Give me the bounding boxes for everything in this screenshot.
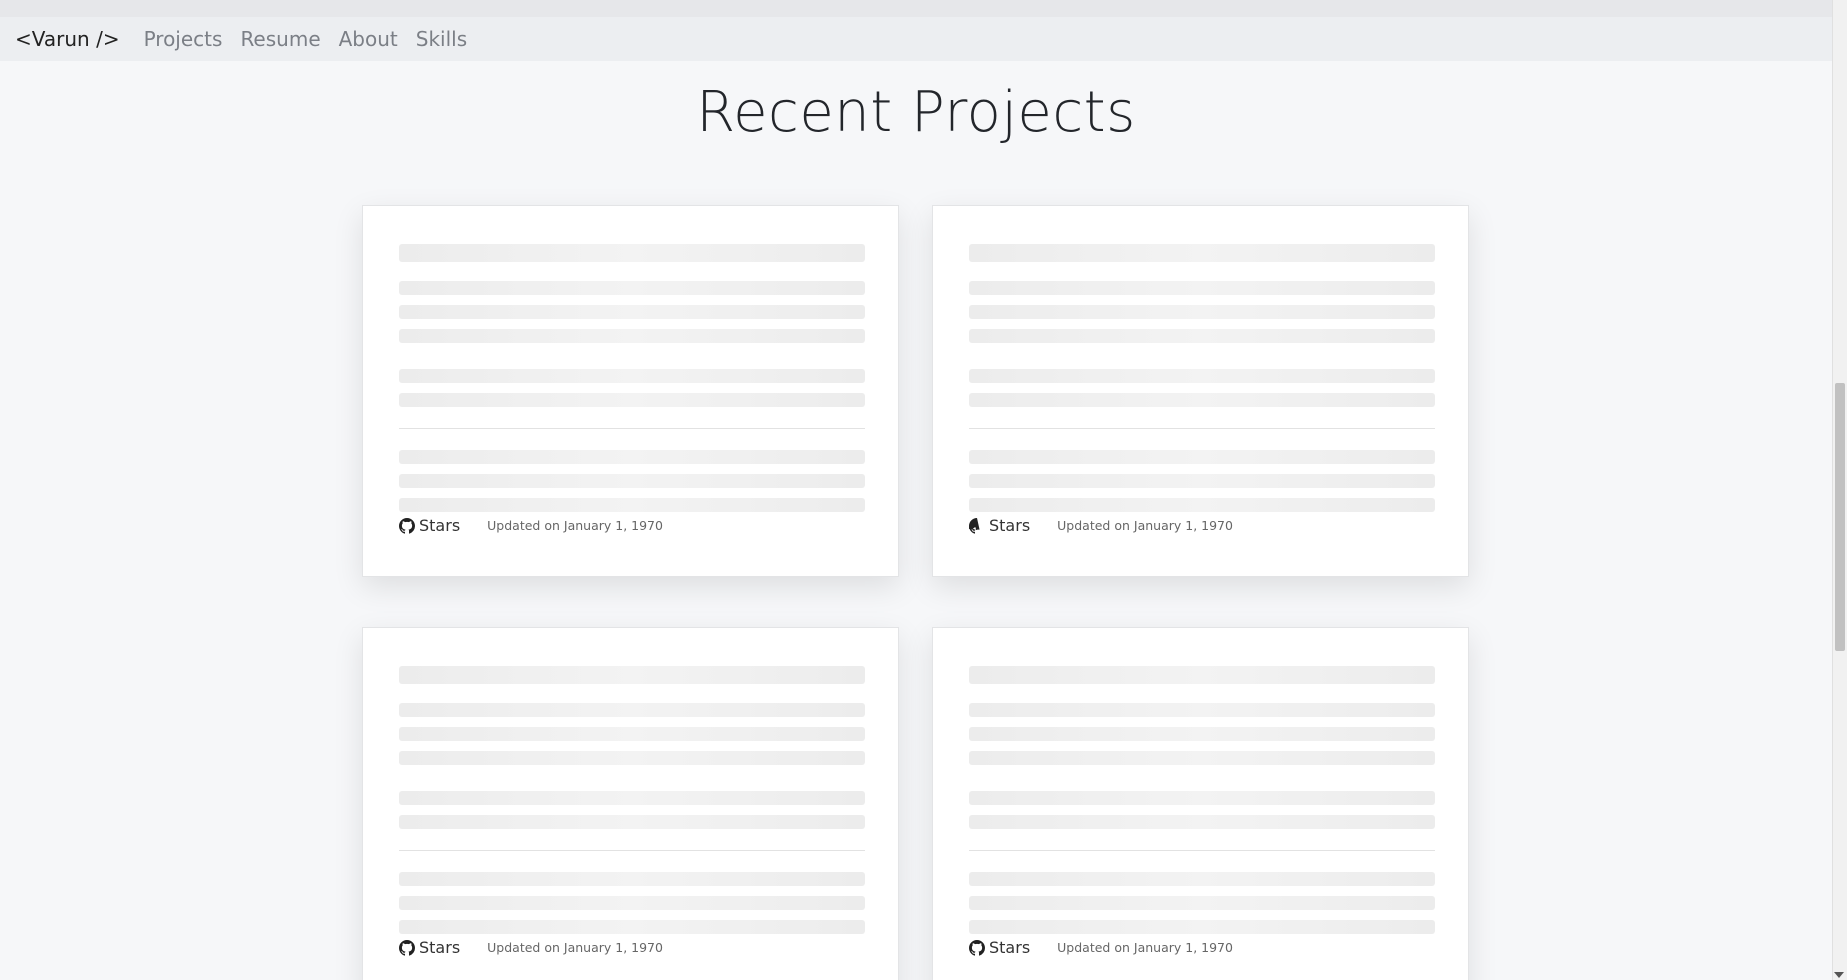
- skeleton-line: [399, 329, 865, 343]
- skeleton-line: [969, 872, 1435, 886]
- skeleton-title: [969, 666, 1435, 684]
- skeleton-line: [399, 369, 865, 383]
- skeleton-line: [399, 703, 865, 717]
- updated-date: Updated on January 1, 1970: [1057, 518, 1233, 533]
- skeleton-line: [969, 369, 1435, 383]
- github-icon[interactable]: [399, 517, 415, 534]
- skeleton-line: [969, 896, 1435, 910]
- skeleton-line: [399, 791, 865, 805]
- updated-date: Updated on January 1, 1970: [487, 940, 663, 955]
- nav-link-resume[interactable]: Resume: [240, 27, 320, 51]
- project-card[interactable]: Stars Updated on January 1, 1970: [932, 205, 1469, 577]
- card-footer: Stars Updated on January 1, 1970: [969, 516, 1233, 535]
- project-card[interactable]: Stars Updated on January 1, 1970: [932, 627, 1469, 980]
- skeleton-line: [969, 450, 1435, 464]
- stars-label: Stars: [989, 938, 1031, 957]
- skeleton-line: [399, 498, 865, 512]
- brand-logo[interactable]: <Varun />: [15, 27, 120, 51]
- skeleton-line: [969, 305, 1435, 319]
- skeleton-line: [969, 329, 1435, 343]
- skeleton-line: [399, 281, 865, 295]
- skeleton-line: [399, 727, 865, 741]
- stars-label: Stars: [419, 938, 461, 957]
- skeleton-title: [399, 666, 865, 684]
- github-icon[interactable]: [969, 517, 985, 534]
- top-strip: [0, 0, 1832, 17]
- scroll-down-arrow-icon[interactable]: [1834, 972, 1844, 978]
- skeleton-line: [969, 751, 1435, 765]
- updated-date: Updated on January 1, 1970: [1057, 940, 1233, 955]
- github-icon[interactable]: [399, 939, 415, 956]
- card-footer: Stars Updated on January 1, 1970: [399, 516, 663, 535]
- skeleton-line: [399, 872, 865, 886]
- skeleton-line: [399, 896, 865, 910]
- stars-label: Stars: [419, 516, 461, 535]
- skeleton-line: [399, 393, 865, 407]
- page: <Varun /> Projects Resume About Skills R…: [0, 0, 1847, 980]
- skeleton-line: [399, 450, 865, 464]
- stars-label: Stars: [989, 516, 1031, 535]
- skeleton-line: [969, 474, 1435, 488]
- skeleton-line: [969, 920, 1435, 934]
- skeleton-line: [399, 751, 865, 765]
- skeleton-line: [969, 703, 1435, 717]
- card-footer: Stars Updated on January 1, 1970: [399, 938, 663, 957]
- card-divider: [399, 850, 865, 851]
- skeleton-line: [969, 791, 1435, 805]
- card-divider: [969, 428, 1435, 429]
- skeleton-line: [969, 393, 1435, 407]
- skeleton-title: [969, 244, 1435, 262]
- card-divider: [969, 850, 1435, 851]
- skeleton-line: [399, 815, 865, 829]
- skeleton-line: [399, 305, 865, 319]
- skeleton-line: [969, 727, 1435, 741]
- updated-date: Updated on January 1, 1970: [487, 518, 663, 533]
- skeleton-line: [969, 815, 1435, 829]
- skeleton-title: [399, 244, 865, 262]
- page-title: Recent Projects: [696, 80, 1136, 145]
- project-card[interactable]: Stars Updated on January 1, 1970: [362, 205, 899, 577]
- nav-link-skills[interactable]: Skills: [416, 27, 467, 51]
- nav-link-projects[interactable]: Projects: [144, 27, 223, 51]
- nav-link-about[interactable]: About: [339, 27, 398, 51]
- navbar: <Varun /> Projects Resume About Skills: [0, 17, 1832, 61]
- skeleton-line: [969, 498, 1435, 512]
- card-divider: [399, 428, 865, 429]
- card-footer: Stars Updated on January 1, 1970: [969, 938, 1233, 957]
- scrollbar-thumb[interactable]: [1835, 383, 1845, 651]
- vertical-scrollbar[interactable]: [1832, 0, 1847, 980]
- skeleton-line: [399, 474, 865, 488]
- skeleton-line: [399, 920, 865, 934]
- project-card[interactable]: Stars Updated on January 1, 1970: [362, 627, 899, 980]
- github-icon[interactable]: [969, 939, 985, 956]
- skeleton-line: [969, 281, 1435, 295]
